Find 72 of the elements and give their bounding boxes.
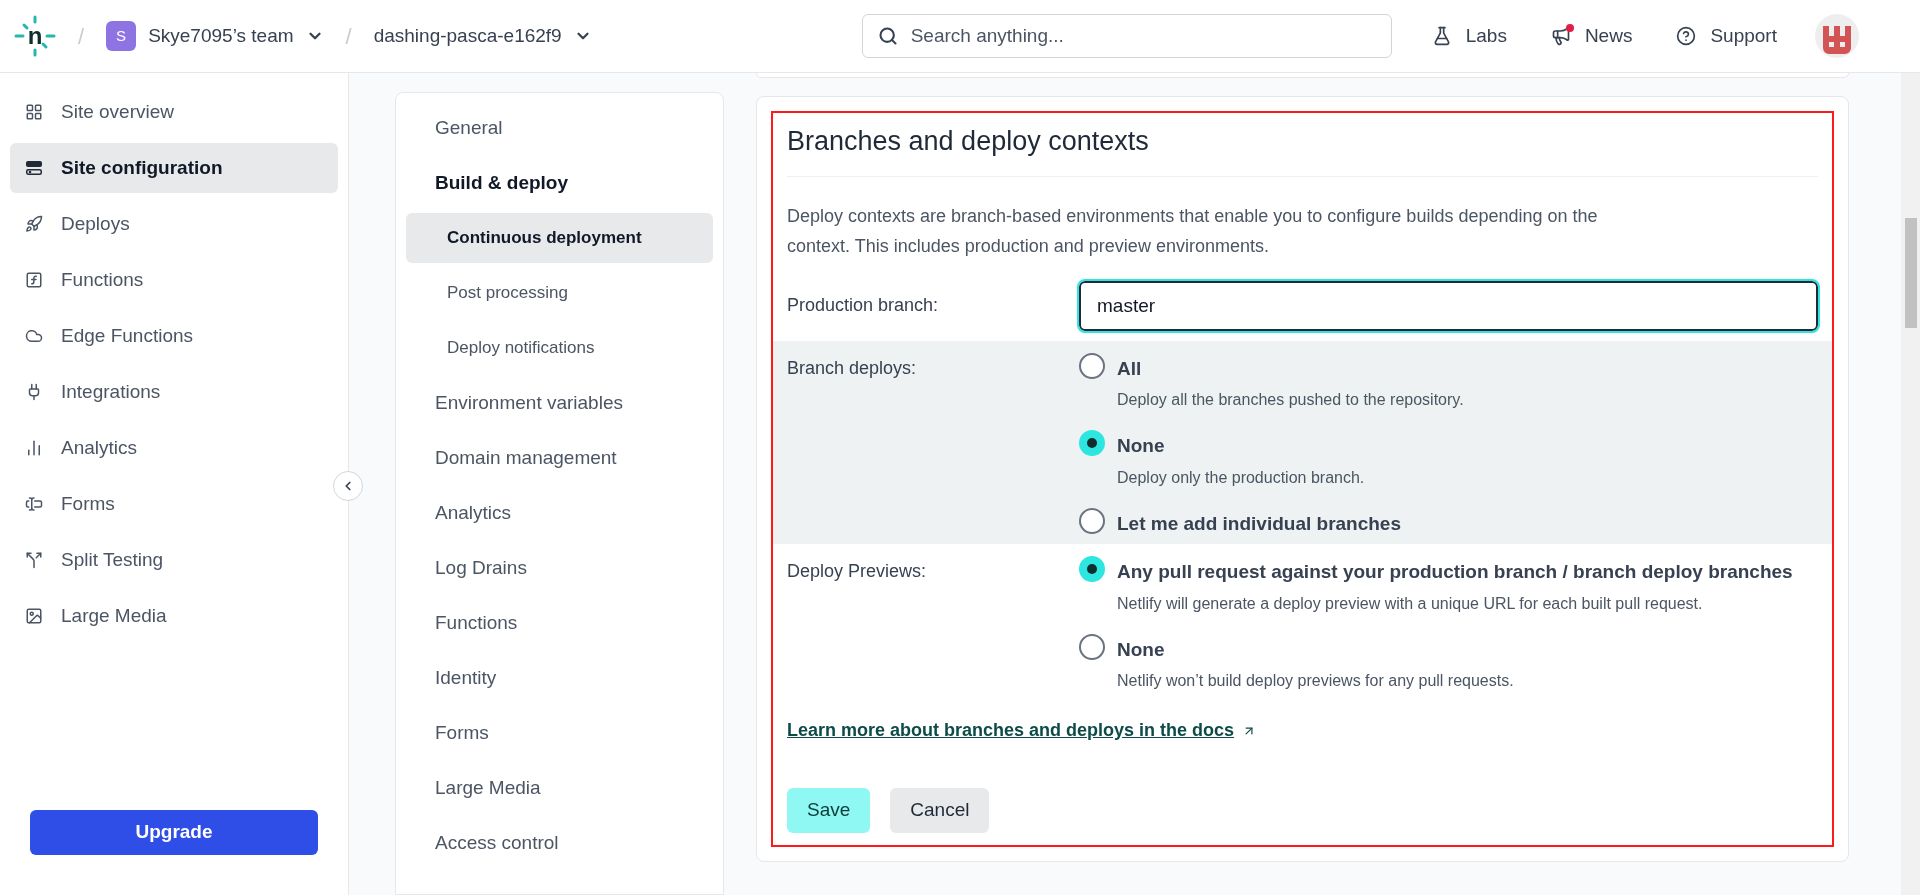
sidebar-item[interactable]: Deploys xyxy=(10,199,338,249)
user-avatar[interactable] xyxy=(1814,14,1859,58)
option-description: Deploy only the production branch. xyxy=(1117,467,1365,488)
radio-button[interactable] xyxy=(1079,556,1105,582)
option-label: All xyxy=(1117,356,1143,381)
option-description: Netlify won’t build deploy previews for any pull requests. xyxy=(1117,671,1514,691)
header-link[interactable]: News xyxy=(1550,21,1633,51)
header-link[interactable]: Support xyxy=(1676,21,1777,51)
team-switcher[interactable]: S Skye7095’s team xyxy=(106,21,324,51)
sidebar-item[interactable]: Analytics xyxy=(10,423,338,473)
option-description: Netlify will generate a deploy preview with a unique URL for each built pull request. xyxy=(1117,593,1704,614)
option-label: None xyxy=(1117,637,1166,662)
settings-nav-item[interactable]: Analytics xyxy=(406,488,713,538)
logo[interactable]: n xyxy=(14,15,56,57)
megaphone-icon xyxy=(1550,26,1571,46)
function-icon xyxy=(25,271,43,289)
cancel-button[interactable]: Cancel xyxy=(890,788,990,833)
sidebar-item[interactable]: Site overview xyxy=(10,87,338,137)
settings-nav-item[interactable]: Environment variables xyxy=(406,378,713,428)
radio-button[interactable] xyxy=(1079,352,1105,379)
settings-nav-item[interactable]: Large Media xyxy=(406,763,713,813)
cloud-icon xyxy=(25,327,43,345)
settings-nav-item[interactable]: Domain management xyxy=(406,433,713,483)
toggles-icon xyxy=(25,159,43,177)
sidebar-item[interactable]: Edge Functions xyxy=(10,311,338,361)
save-button[interactable]: Save xyxy=(787,788,871,833)
option-label: Let me add individual branches xyxy=(1117,511,1401,536)
production-branch-field[interactable]: master xyxy=(1079,280,1818,331)
site-switcher[interactable]: dashing-pasca-e162f9 xyxy=(373,21,592,51)
sidebar-item[interactable]: Large Media xyxy=(10,591,338,641)
header-link[interactable]: Labs xyxy=(1431,21,1507,51)
section-description: Deploy contexts are branch-based environments that enable you to configure builds depending on the context. This includes production and preview environments. xyxy=(787,204,1599,258)
settings-nav-item[interactable]: Continuous deployment xyxy=(406,213,713,263)
radio-button[interactable] xyxy=(1079,633,1105,660)
scrollbar-thumb[interactable] xyxy=(1904,218,1917,328)
sidebar-item[interactable]: Site configuration xyxy=(10,143,338,193)
settings-nav-item[interactable]: Deploy notifications xyxy=(406,323,713,373)
sidebar-item[interactable]: Functions xyxy=(10,255,338,305)
sidebar-item[interactable]: Split Testing xyxy=(10,535,338,585)
sidebar-item[interactable]: Integrations xyxy=(10,367,338,417)
settings-nav-item[interactable]: General xyxy=(406,103,713,153)
grid-icon xyxy=(25,103,43,121)
split-arrow-icon xyxy=(25,551,43,569)
section-title: Branches and deploy contexts xyxy=(787,121,1818,177)
settings-nav-item[interactable]: Log Drains xyxy=(406,543,713,593)
text-input-icon xyxy=(25,495,43,513)
settings-nav-item[interactable]: Post processing xyxy=(406,268,713,318)
settings-nav-item[interactable]: Functions xyxy=(406,598,713,648)
breadcrumb-separator: / xyxy=(345,22,352,51)
team-avatar: S xyxy=(106,21,137,51)
option-label: None xyxy=(1117,434,1166,458)
settings-nav-item[interactable]: Access control xyxy=(406,818,713,868)
image-icon xyxy=(25,607,43,625)
upgrade-button[interactable]: Upgrade xyxy=(30,810,318,855)
field-label: Production branch: xyxy=(787,294,940,317)
option-label: Any pull request against your production branch / branch deploy branches xyxy=(1117,560,1793,584)
radio-button[interactable] xyxy=(1079,430,1105,456)
settings-nav-item[interactable]: Identity xyxy=(406,653,713,703)
field-label: Deploy Previews: xyxy=(787,560,928,583)
rocket-icon xyxy=(25,215,43,233)
field-label: Branch deploys: xyxy=(787,356,918,380)
settings-nav-item[interactable]: Forms xyxy=(406,708,713,758)
radio-button[interactable] xyxy=(1079,507,1105,534)
docs-link[interactable]: Learn more about branches and deploys in the docs xyxy=(787,717,1818,744)
search-field[interactable]: Search anything... xyxy=(861,14,1392,58)
settings-nav-item[interactable]: Build & deploy xyxy=(406,158,713,208)
help-icon xyxy=(1676,26,1697,46)
breadcrumb-separator: / xyxy=(78,22,85,51)
search-icon xyxy=(877,26,898,46)
option-description: Deploy all the branches pushed to the repository. xyxy=(1117,390,1464,410)
sidebar-item[interactable]: Forms xyxy=(10,479,338,529)
bar-chart-icon xyxy=(25,439,43,457)
